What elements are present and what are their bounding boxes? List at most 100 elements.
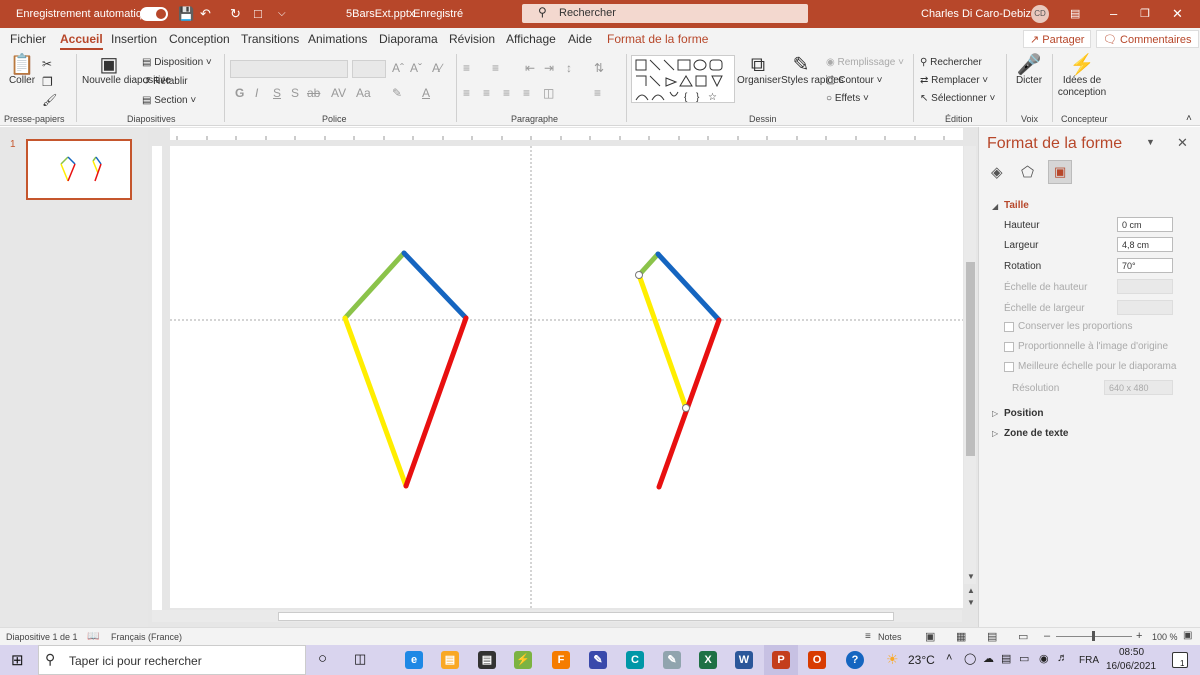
position-expand-icon[interactable]: ▷ — [992, 409, 998, 418]
edge-icon[interactable]: e — [405, 651, 423, 669]
spellcheck-icon[interactable]: 📖 — [87, 631, 99, 642]
tab-animations[interactable]: Animations — [308, 32, 367, 46]
prev-slide-icon[interactable]: ▲ — [967, 586, 975, 595]
clock-date[interactable]: 16/06/2021 — [1106, 661, 1156, 672]
size-properties-tab[interactable]: ▣ — [1048, 160, 1072, 184]
taille-section[interactable]: Taille — [1004, 200, 1029, 211]
mechanism-left[interactable] — [342, 250, 469, 489]
font-family-select[interactable] — [230, 60, 348, 78]
bar-green-left[interactable] — [342, 250, 407, 321]
slide-canvas[interactable] — [170, 146, 963, 608]
layout-button[interactable]: ▤ Disposition ˅ — [142, 57, 212, 68]
shrink-font-icon[interactable]: Aˇ — [410, 61, 422, 75]
selection-handle-start[interactable] — [635, 271, 643, 279]
collapse-ribbon-icon[interactable]: ˄ — [1186, 113, 1192, 124]
file-explorer-icon[interactable]: ▤ — [441, 651, 459, 669]
user-name[interactable]: Charles Di Caro-Debizet — [921, 8, 1040, 20]
case-icon[interactable]: Aa — [356, 86, 371, 100]
cloud-icon[interactable]: ☁ — [983, 652, 994, 665]
font-size-select[interactable] — [352, 60, 386, 78]
dictate-button[interactable]: 🎤 Dicter — [1012, 55, 1046, 87]
weather-temp[interactable]: 23°C — [908, 653, 935, 667]
redo-icon[interactable]: ↻ — [230, 6, 241, 22]
bar-red-right[interactable] — [656, 317, 722, 490]
tab-format-forme[interactable]: Format de la forme — [607, 32, 708, 46]
strike-icon[interactable]: ab — [307, 86, 320, 100]
language-status[interactable]: Français (France) — [111, 632, 182, 642]
paste-button[interactable]: 📋 Coller — [8, 55, 36, 87]
design-ideas-button[interactable]: ⚡ Idées de conception — [1056, 55, 1108, 99]
shadow-icon[interactable]: S — [291, 86, 299, 100]
replace-button[interactable]: ⇄ Remplacer ˅ — [920, 75, 988, 86]
word-icon[interactable]: W — [735, 651, 753, 669]
powerpoint-icon[interactable]: P — [772, 651, 790, 669]
close-icon[interactable]: ✕ — [1172, 6, 1183, 22]
format-painter-icon[interactable]: 🖌 — [42, 93, 57, 107]
normal-view-icon[interactable]: ▣ — [925, 630, 935, 643]
notification-icon[interactable]: 1 — [1172, 652, 1188, 668]
store-icon[interactable]: ▤ — [478, 651, 496, 669]
avatar[interactable]: CD — [1031, 5, 1049, 23]
autosave-toggle[interactable] — [140, 7, 168, 21]
bar-blue-left[interactable] — [401, 250, 469, 321]
new-slide-button[interactable]: ▣ Nouvelle diapositive — [82, 55, 171, 87]
reading-view-icon[interactable]: ▤ — [987, 630, 997, 643]
decrease-indent-icon[interactable]: ⇤ — [525, 61, 535, 75]
align-left-icon[interactable]: ≡ — [463, 86, 470, 100]
bar-blue-right[interactable] — [655, 251, 722, 323]
textbox-expand-icon[interactable]: ▷ — [992, 429, 998, 438]
text-direction-icon[interactable]: ⇅ — [594, 61, 604, 75]
taskbar-search[interactable]: ⚲ Taper ici pour rechercher — [38, 645, 306, 675]
copy-icon[interactable]: ❐ — [42, 75, 53, 89]
select-button[interactable]: ↖ Sélectionner ˅ — [920, 93, 995, 104]
battery-icon[interactable]: ▭ — [1019, 652, 1029, 665]
tab-fichier[interactable]: Fichier — [10, 32, 46, 46]
quick-styles-button[interactable]: ✎ Styles rapides — [781, 55, 844, 87]
windows-start-icon[interactable]: ⊞ — [11, 651, 24, 669]
shape-fill-button[interactable]: ◉ Remplissage ˅ — [826, 57, 904, 68]
best-scale-checkbox[interactable] — [1004, 362, 1014, 372]
fill-line-icon[interactable]: ◈ — [991, 163, 1003, 181]
selection-handle-end[interactable] — [682, 404, 690, 412]
highlight-icon[interactable]: ✎ — [392, 86, 402, 100]
tab-affichage[interactable]: Affichage — [506, 32, 556, 46]
arrange-button[interactable]: ⧉ Organiser — [737, 55, 781, 87]
tab-revision[interactable]: Révision — [449, 32, 495, 46]
undo-icon[interactable]: ↶ — [200, 6, 211, 22]
effects-pentagon-icon[interactable]: ⬠ — [1021, 163, 1034, 181]
horizontal-scroll-thumb[interactable] — [278, 612, 894, 621]
save-icon[interactable]: 💾 — [178, 6, 194, 22]
increase-indent-icon[interactable]: ⇥ — [544, 61, 554, 75]
app-tool-icon[interactable]: ✎ — [589, 651, 607, 669]
ribbon-display-icon[interactable]: ▤ — [1070, 7, 1080, 20]
position-section[interactable]: Position — [1004, 408, 1043, 419]
mechanism-right[interactable] — [636, 251, 722, 490]
sorter-view-icon[interactable]: ▦ — [956, 630, 966, 643]
tab-conception[interactable]: Conception — [169, 32, 230, 46]
columns-icon[interactable]: ◫ — [543, 86, 554, 100]
align-center-icon[interactable]: ≡ — [483, 86, 490, 100]
present-icon[interactable]: □ — [254, 6, 262, 21]
align-right-icon[interactable]: ≡ — [503, 86, 510, 100]
network-icon[interactable]: ◉ — [1039, 652, 1049, 665]
taille-expand-icon[interactable]: ◢ — [992, 202, 998, 211]
lock-ratio-checkbox[interactable] — [1004, 322, 1014, 332]
underline-icon[interactable]: S — [273, 86, 281, 100]
bar-green-right[interactable] — [636, 251, 661, 278]
reset-button[interactable]: ↺ Rétablir — [142, 76, 188, 87]
rotation-input[interactable]: 70° — [1117, 258, 1173, 273]
meet-icon[interactable]: ◯ — [964, 652, 976, 665]
font-color-icon[interactable]: A — [422, 86, 430, 100]
pane-options-icon[interactable]: ▼ — [1146, 137, 1155, 147]
relative-checkbox[interactable] — [1004, 342, 1014, 352]
task-view-icon[interactable]: ◫ — [354, 651, 366, 667]
next-slide-icon[interactable]: ▼ — [967, 598, 975, 607]
save-status[interactable]: Enregistré — [413, 8, 463, 20]
bar-yellow-right[interactable] — [636, 272, 689, 411]
drive-icon[interactable]: ▤ — [1001, 652, 1011, 665]
bar-yellow-left[interactable] — [342, 315, 409, 489]
spacing-icon[interactable]: AV — [331, 86, 346, 100]
zoom-in-icon[interactable]: + — [1136, 630, 1142, 642]
clock-time[interactable]: 08:50 — [1119, 647, 1144, 658]
vertical-scroll-thumb[interactable] — [966, 262, 975, 456]
